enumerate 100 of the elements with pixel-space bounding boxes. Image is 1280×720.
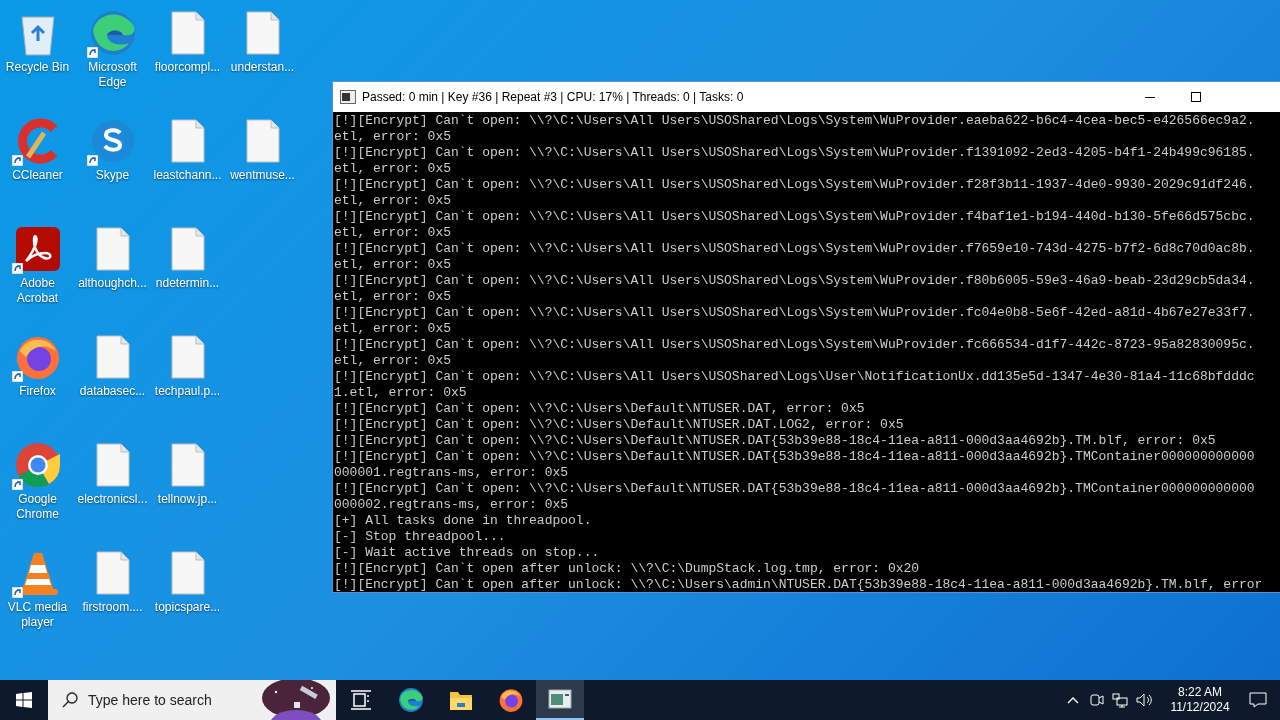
document-icon <box>245 119 280 163</box>
desktop-shortcut[interactable]: tellnow.jp... <box>150 432 225 540</box>
shortcut-label: Recycle Bin <box>4 60 71 75</box>
console-line: 1.etl, error: 0x5 <box>334 385 467 401</box>
desktop-shortcut[interactable]: althoughch... <box>75 216 150 324</box>
shortcut-label: Adobe Acrobat <box>15 276 60 306</box>
maximize-icon <box>1191 92 1201 102</box>
camera-icon <box>1090 692 1104 708</box>
desktop-shortcut[interactable]: electronicsl... <box>75 432 150 540</box>
console-line: [!][Encrypt] Can`t open: \\?\C:\Users\All Users\USOShared\Logs\System\WuProvider.fc04e0b8-5e6f-42ed-a81d-4b67e27e33f7. <box>334 305 1255 321</box>
console-app-icon <box>340 90 356 104</box>
console-line: 000001.regtrans-ms, error: 0x5 <box>334 465 569 481</box>
desktop-shortcut[interactable]: understan... <box>225 0 300 108</box>
desktop-shortcut[interactable]: firstroom.... <box>75 540 150 648</box>
shortcut-label: Microsoft Edge <box>87 60 138 90</box>
desktop-shortcut[interactable]: techpaul.p... <box>150 324 225 432</box>
shortcut-label: floorcompl... <box>153 60 222 75</box>
search-placeholder: Type here to search <box>88 690 212 710</box>
document-icon <box>170 11 205 55</box>
console-line: etl, error: 0x5 <box>334 193 452 209</box>
console-line: [!][Encrypt] Can`t open after unlock: \\?\C:\Users\admin\NTUSER.DAT{53b39e88-18c4-11ea-a811-000d3aa4692b}.TM.blf, error <box>334 577 1263 592</box>
console-line: [+] All tasks done in threadpool. <box>334 513 592 529</box>
document-icon <box>95 335 130 379</box>
desktop-shortcut[interactable]: VLC media player <box>0 540 75 648</box>
console-line: [!][Encrypt] Can`t open after unlock: \\?\C:\DumpStack.log.tmp, error: 0x20 <box>334 561 920 577</box>
shortcut-label: Skype <box>94 168 131 183</box>
desktop-shortcut[interactable]: Recycle Bin <box>0 0 75 108</box>
document-icon <box>245 11 280 55</box>
desktop-shortcut[interactable]: Google Chrome <box>0 432 75 540</box>
folder-icon <box>449 689 473 711</box>
shortcut-label: databasec... <box>78 384 147 399</box>
console-line: [!][Encrypt] Can`t open: \\?\C:\Users\Default\NTUSER.DAT{53b39e88-18c4-11ea-a811-000d3aa4692b}.TMContainer000000000000 <box>334 481 1255 497</box>
console-line: [!][Encrypt] Can`t open: \\?\C:\Users\All Users\USOShared\Logs\System\WuProvider.fc666534-d1f7-442c-8723-95a82830095c. <box>334 337 1255 353</box>
chevron-up-icon <box>1067 696 1079 704</box>
desktop-shortcut[interactable]: Microsoft Edge <box>75 0 150 108</box>
console-line: etl, error: 0x5 <box>334 289 452 305</box>
document-icon <box>170 551 205 595</box>
desktop-shortcut[interactable]: CCleaner <box>0 108 75 216</box>
volume-icon <box>1136 692 1154 708</box>
console-line: [!][Encrypt] Can`t open: \\?\C:\Users\Default\NTUSER.DAT.LOG2, error: 0x5 <box>334 417 904 433</box>
console-line: etl, error: 0x5 <box>334 257 452 273</box>
console-window-icon <box>548 689 572 709</box>
edge-icon <box>88 9 137 57</box>
console-line: etl, error: 0x5 <box>334 321 452 337</box>
shortcut-label: ndetermin... <box>154 276 221 291</box>
shortcut-label: Google Chrome <box>15 492 60 522</box>
document-icon <box>95 443 130 487</box>
shortcut-label: topicspare... <box>153 600 222 615</box>
taskbar-app-button[interactable] <box>536 680 584 720</box>
console-line: [!][Encrypt] Can`t open: \\?\C:\Users\All Users\USOShared\Logs\System\WuProvider.f80b6005-59e3-46a9-beab-23d29cb5da34. <box>334 273 1255 289</box>
clock-time[interactable]: 8:22 AM <box>1178 685 1222 700</box>
console-line: [!][Encrypt] Can`t open: \\?\C:\Users\All Users\USOShared\Logs\System\WuProvider.f4baf1e1-b194-440d-b130-5fe66d575cbc. <box>334 209 1255 225</box>
document-icon <box>95 227 130 271</box>
chrome-icon <box>13 441 62 489</box>
document-icon <box>170 227 205 271</box>
console-line: [!][Encrypt] Can`t open: \\?\C:\Users\Default\NTUSER.DAT{53b39e88-18c4-11ea-a811-000d3aa4692b}.TM.blf, error: 0x5 <box>334 433 1216 449</box>
console-line: etl, error: 0x5 <box>334 161 452 177</box>
desktop-shortcut[interactable]: Adobe Acrobat <box>0 216 75 324</box>
desktop-shortcut[interactable]: databasec... <box>75 324 150 432</box>
desktop-shortcut[interactable]: Firefox <box>0 324 75 432</box>
search-icon <box>62 692 78 708</box>
console-line: [!][Encrypt] Can`t open: \\?\C:\Users\Default\NTUSER.DAT, error: 0x5 <box>334 401 865 417</box>
document-icon <box>170 335 205 379</box>
console-line: [!][Encrypt] Can`t open: \\?\C:\Users\All Users\USOShared\Logs\System\WuProvider.f1391092-2ed3-4205-b4f1-24b499c96185. <box>334 145 1255 161</box>
desktop-shortcut[interactable]: floorcompl... <box>150 0 225 108</box>
document-icon <box>170 443 205 487</box>
console-line: 000002.regtrans-ms, error: 0x5 <box>334 497 569 513</box>
shortcut-label: Firefox <box>18 384 57 399</box>
shortcut-label: wentmuse... <box>229 168 296 183</box>
shortcut-label: firstroom.... <box>81 600 144 615</box>
firefox-icon <box>498 687 524 713</box>
desktop-shortcut[interactable]: leastchann... <box>150 108 225 216</box>
minimize-icon <box>1145 96 1155 98</box>
desktop-shortcut[interactable]: ndetermin... <box>150 216 225 324</box>
window-title: Passed: 0 min | Key #36 | Repeat #3 | CPU: 17% | Threads: 0 | Tasks: 0 <box>362 89 744 106</box>
console-line: etl, error: 0x5 <box>334 129 452 145</box>
clock-date[interactable]: 11/12/2024 <box>1170 700 1230 715</box>
console-line: [!][Encrypt] Can`t open: \\?\C:\Users\All Users\USOShared\Logs\System\WuProvider.eaeba622-b6c4-4cea-bec5-e426566ec9a2. <box>334 113 1255 129</box>
shortcut-label: leastchann... <box>152 168 223 183</box>
document-icon <box>170 119 205 163</box>
notification-icon <box>1249 692 1267 708</box>
document-icon <box>95 551 130 595</box>
windows-logo-icon <box>16 692 32 708</box>
shortcut-label: CCleaner <box>11 168 64 183</box>
console-line: [!][Encrypt] Can`t open: \\?\C:\Users\All Users\USOShared\Logs\System\WuProvider.f7659e10-743d-4275-b7f2-6d8c70d0ac8b. <box>334 241 1255 257</box>
console-line: etl, error: 0x5 <box>334 353 452 369</box>
desktop-shortcut[interactable]: Skype <box>75 108 150 216</box>
desktop-shortcut[interactable]: wentmuse... <box>225 108 300 216</box>
task-view-icon <box>350 690 372 710</box>
console-line: [-] Wait active threads on stop... <box>334 545 600 561</box>
desktop-shortcut[interactable]: topicspare... <box>150 540 225 648</box>
acrobat-icon <box>13 225 62 273</box>
console-line: [!][Encrypt] Can`t open: \\?\C:\Users\Default\NTUSER.DAT{53b39e88-18c4-11ea-a811-000d3aa4692b}.TMContainer000000000000 <box>334 449 1255 465</box>
console-line: [!][Encrypt] Can`t open: \\?\C:\Users\All Users\USOShared\Logs\System\WuProvider.f28f3b11-1937-4de0-9930-2029c91df246. <box>334 177 1255 193</box>
edge-icon <box>398 687 424 713</box>
network-icon <box>1112 692 1128 708</box>
shortcut-label: tellnow.jp... <box>156 492 219 507</box>
shortcut-label: electronicsl... <box>76 492 149 507</box>
console-line: etl, error: 0x5 <box>334 225 452 241</box>
shortcut-label: althoughch... <box>77 276 148 291</box>
